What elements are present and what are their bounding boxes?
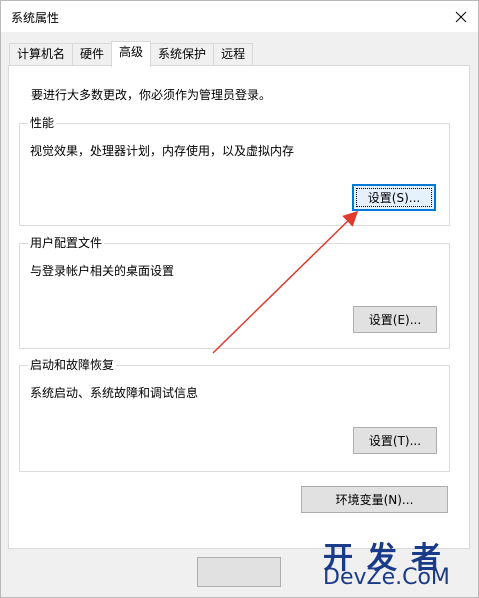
watermark-line2: DevZe.CoM xyxy=(323,565,450,590)
performance-title: 性能 xyxy=(28,116,57,130)
tab-advanced[interactable]: 高级 xyxy=(111,41,152,67)
user-profiles-title: 用户配置文件 xyxy=(28,236,105,250)
advanced-tab-panel: 要进行大多数更改，你必须作为管理员登录。 性能 视觉效果，处理器计划，内存使用，… xyxy=(8,65,470,549)
title-bar: 系统属性 xyxy=(1,1,478,32)
user-profiles-group: 用户配置文件 与登录帐户相关的桌面设置 设置(E)... xyxy=(19,236,450,349)
admin-notice: 要进行大多数更改，你必须作为管理员登录。 xyxy=(31,88,272,102)
environment-variables-button[interactable]: 环境变量(N)... xyxy=(301,486,448,513)
startup-recovery-title: 启动和故障恢复 xyxy=(28,358,117,372)
tab-remote[interactable]: 远程 xyxy=(213,43,254,66)
window-title: 系统属性 xyxy=(11,11,60,25)
startup-recovery-settings-button[interactable]: 设置(T)... xyxy=(353,427,437,454)
performance-settings-button[interactable]: 设置(S)... xyxy=(352,184,436,211)
system-properties-window: 系统属性 计算机名 硬件 高级 系统保护 远程 要进行大多数更改，你必须作为管理… xyxy=(0,0,479,598)
performance-description: 视觉效果，处理器计划，内存使用，以及虚拟内存 xyxy=(30,144,295,158)
close-icon xyxy=(455,11,467,22)
ok-button[interactable] xyxy=(197,557,281,587)
performance-group: 性能 视觉效果，处理器计划，内存使用，以及虚拟内存 设置(S)... xyxy=(19,116,450,226)
startup-recovery-group: 启动和故障恢复 系统启动、系统故障和调试信息 设置(T)... xyxy=(19,358,450,472)
tab-hardware[interactable]: 硬件 xyxy=(72,43,113,66)
user-profiles-description: 与登录帐户相关的桌面设置 xyxy=(30,264,175,278)
tab-strip: 计算机名 硬件 高级 系统保护 远程 xyxy=(9,41,254,67)
user-profiles-settings-button[interactable]: 设置(E)... xyxy=(353,306,437,333)
startup-recovery-description: 系统启动、系统故障和调试信息 xyxy=(30,386,199,400)
tab-system-protection[interactable]: 系统保护 xyxy=(150,43,215,66)
close-button[interactable] xyxy=(444,1,478,32)
tab-computer-name[interactable]: 计算机名 xyxy=(9,43,74,66)
